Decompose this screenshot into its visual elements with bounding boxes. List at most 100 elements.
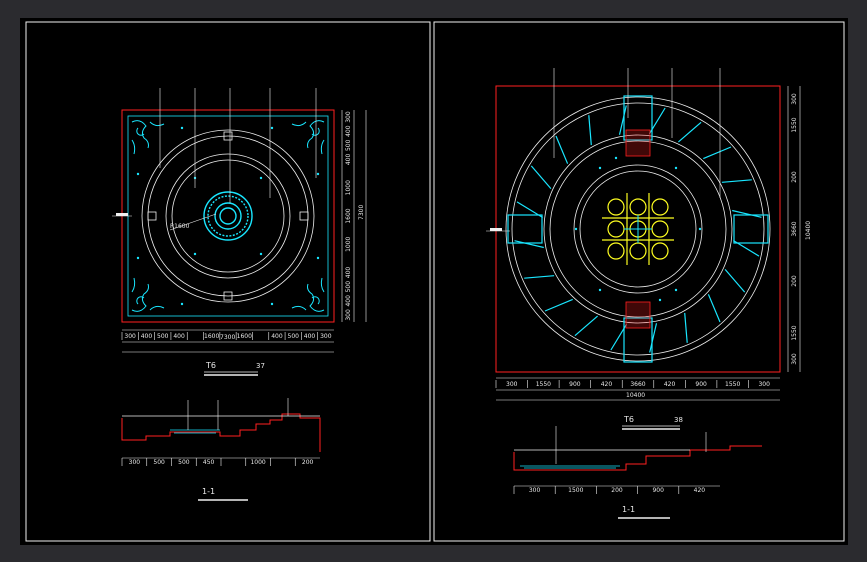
ring-spoke-3 — [684, 312, 688, 343]
right-section-dim-1: 1500 — [568, 487, 583, 494]
ring-spoke-7 — [544, 298, 573, 312]
right-plan-title-suffix: 38 — [674, 416, 683, 424]
ring-spoke-14 — [618, 105, 627, 135]
left-dim-bottom-5: 1600 — [204, 333, 219, 340]
right-dim-right-1: 1550 — [791, 117, 798, 132]
right-dim-right-5: 3660 — [791, 221, 798, 236]
left-dim-bottom-10: 500 — [288, 333, 300, 340]
left-section-marker — [116, 213, 128, 216]
left-section-outline — [121, 413, 321, 452]
ring-spoke-6 — [574, 315, 598, 337]
right-dim-bottom-0: 300 — [506, 381, 518, 388]
right-dim-right-0: 300 — [791, 93, 798, 105]
ring-spoke-18 — [721, 179, 752, 183]
right-section-dim-labels: 300 1500 200 900 420 — [513, 486, 706, 494]
right-dims-right-labels: 300 1550 200 3660 200 1550 300 — [791, 93, 798, 365]
right-dims-bottom-labels: 300 1550 900 420 3660 420 900 1550 300 — [495, 380, 770, 388]
right-dim-right-10: 300 — [791, 353, 798, 365]
left-dim-right-13: 400 — [345, 295, 352, 307]
left-plan-title: T6 — [205, 361, 216, 370]
right-dims-bottom-total: 10400 — [626, 392, 645, 399]
right-dim-bottom-5: 420 — [664, 381, 676, 388]
left-dim-right-1: 400 — [345, 125, 352, 137]
left-corner-ornaments — [131, 120, 325, 312]
ring-spoke-1 — [724, 269, 746, 293]
left-dim-right-9: 1000 — [345, 236, 352, 251]
right-section-marker — [490, 228, 502, 231]
right-plan-title: T6 — [623, 415, 634, 424]
left-section-dim-7: 200 — [302, 459, 314, 466]
cad-drawing: R1600 300 400 500 400 1600 1600 400 500 400 300 7… — [25, 21, 845, 542]
left-dim-right-5: 1000 — [345, 180, 352, 195]
left-section-dim-labels: 300 500 500 450 1000 200 — [121, 458, 314, 466]
right-dim-bottom-8: 300 — [758, 381, 770, 388]
left-section-dim-1: 500 — [153, 459, 165, 466]
ring-spoke-13 — [588, 115, 592, 146]
left-plan: R1600 300 400 500 400 1600 1600 400 500 400 300 7… — [112, 88, 367, 376]
left-section-dim-2: 500 — [178, 459, 190, 466]
ring-spoke-12 — [555, 135, 569, 164]
left-section: 300 500 500 450 1000 200 1-1 — [121, 398, 321, 501]
right-dim-bottom-1: 1550 — [536, 381, 551, 388]
ring-spoke-8 — [524, 275, 555, 279]
left-dim-right-11: 400 — [345, 267, 352, 279]
ring-spoke-9 — [514, 240, 544, 249]
right-dim-bottom-6: 900 — [695, 381, 707, 388]
left-circles — [141, 129, 315, 303]
right-dim-right-7: 200 — [791, 275, 798, 287]
right-section-leaders — [555, 426, 707, 464]
right-plan: 300 1550 900 420 3660 420 900 1550 300 10400 300… — [486, 68, 812, 430]
left-dim-bottom-0: 300 — [124, 333, 136, 340]
left-section-dim-0: 300 — [129, 459, 141, 466]
right-section-dim-2: 200 — [611, 487, 623, 494]
left-dim-bottom-2: 500 — [157, 333, 169, 340]
right-section-dim-3: 900 — [652, 487, 664, 494]
ring-spoke-2 — [707, 294, 721, 323]
left-dim-bottom-1: 400 — [141, 333, 153, 340]
right-dims-right-total: 10400 — [805, 221, 812, 240]
ring-spoke-11 — [530, 165, 552, 189]
left-dim-right-3: 400 — [345, 154, 352, 166]
right-dim-bottom-2: 900 — [569, 381, 581, 388]
right-section-dim-4: 420 — [694, 487, 706, 494]
ring-spoke-16 — [678, 121, 702, 143]
ring-spoke-19 — [732, 209, 762, 218]
right-section-dim-0: 300 — [529, 487, 541, 494]
left-section-dim-3: 450 — [203, 459, 215, 466]
left-section-leaders — [187, 398, 289, 430]
right-section: 300 1500 200 900 420 1-1 — [513, 426, 762, 519]
left-dims-right-labels: 300 400 500 400 1000 1600 1000 400 500 400 300 — [345, 111, 352, 321]
left-dim-right-14: 300 — [345, 309, 352, 321]
right-dim-right-3: 200 — [791, 171, 798, 183]
left-dim-bottom-11: 400 — [304, 333, 316, 340]
ring-spoke-17 — [703, 146, 732, 160]
left-dim-right-0: 300 — [345, 111, 352, 123]
right-dim-bottom-3: 420 — [601, 381, 613, 388]
left-section-dim-5: 1000 — [250, 459, 265, 466]
left-dims-right-total: 7300 — [358, 205, 365, 220]
left-inner-label: R1600 — [170, 223, 190, 230]
drawing-canvas[interactable]: R1600 300 400 500 400 1600 1600 400 500 400 300 7… — [20, 18, 848, 545]
left-plan-title-suffix: 37 — [256, 362, 265, 370]
right-dim-right-9: 1550 — [791, 325, 798, 340]
left-plan-outline — [121, 109, 335, 323]
right-dim-bottom-4: 3660 — [630, 381, 645, 388]
left-dim-right-2: 500 — [345, 139, 352, 151]
left-center-basin — [203, 191, 253, 241]
right-section-title: 1-1 — [622, 505, 635, 514]
left-plan-inner-square — [127, 115, 329, 317]
left-sheet-border — [25, 21, 431, 542]
right-section-water — [520, 465, 620, 469]
left-dim-bottom-9: 400 — [271, 333, 283, 340]
left-dim-bottom-7: 1600 — [237, 333, 252, 340]
left-section-title: 1-1 — [202, 487, 215, 496]
left-dim-bottom-3: 400 — [173, 333, 185, 340]
left-dims-bottom-total: 7300 — [220, 334, 235, 341]
left-dim-right-12: 500 — [345, 281, 352, 293]
right-dim-bottom-7: 1550 — [725, 381, 740, 388]
right-center-cross — [624, 215, 652, 243]
left-dots — [136, 126, 320, 306]
left-dim-bottom-12: 300 — [320, 333, 332, 340]
left-dim-right-7: 1600 — [345, 208, 352, 223]
ring-spoke-4 — [649, 323, 658, 353]
